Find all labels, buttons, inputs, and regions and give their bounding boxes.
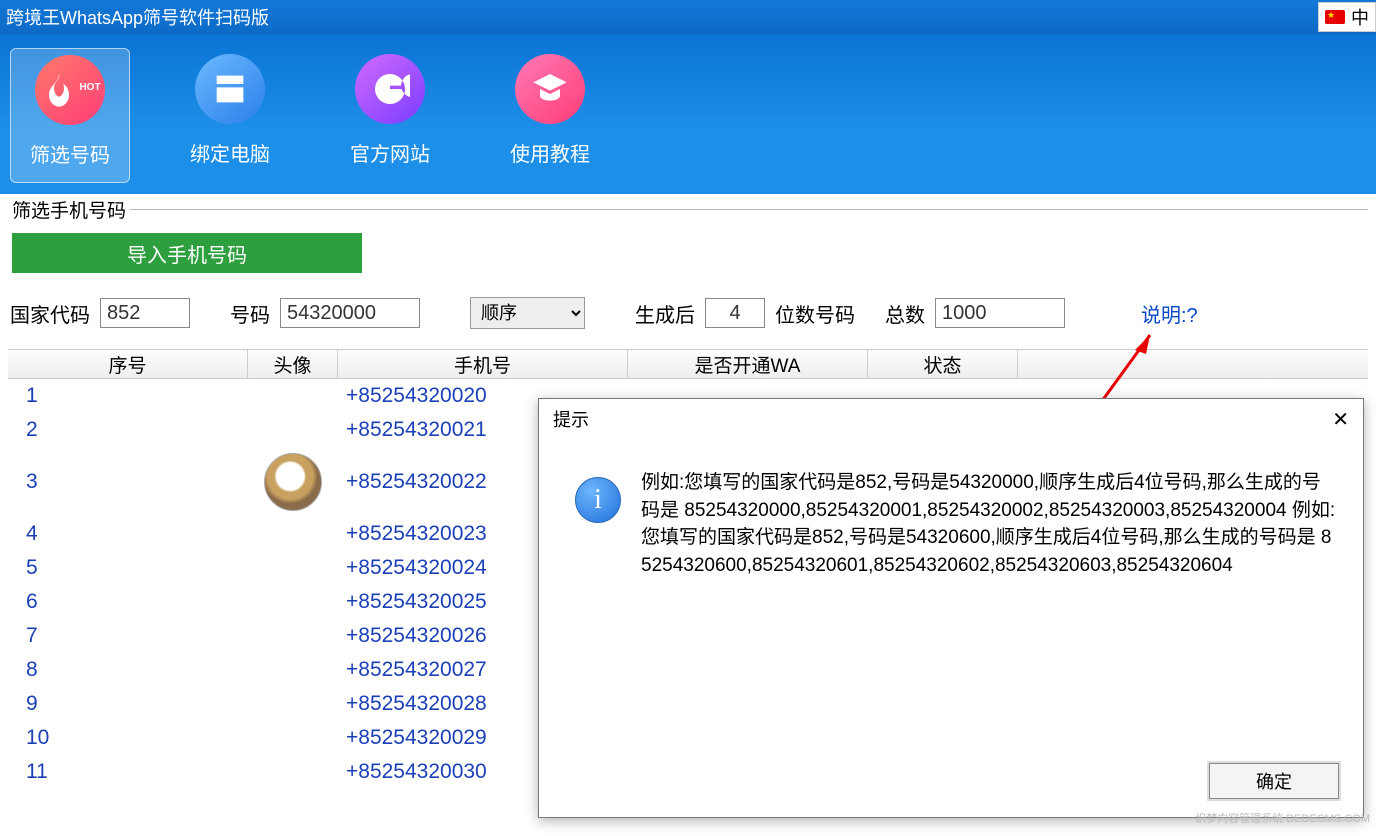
country-code-input[interactable] — [100, 298, 190, 328]
cell-index: 3 — [8, 470, 248, 494]
titlebar: 跨境王WhatsApp筛号软件扫码版 中 — [0, 0, 1376, 34]
digits-input[interactable] — [705, 298, 765, 328]
cell-index: 8 — [8, 658, 248, 682]
cell-avatar — [248, 453, 338, 511]
ie-icon — [355, 54, 425, 124]
lang-label: 中 — [1351, 4, 1369, 30]
generator-row: 国家代码 号码 顺序 生成后 位数号码 总数 说明:? — [8, 297, 1368, 329]
dialog-title: 提示 — [553, 406, 589, 432]
gen-after-label: 生成后 — [635, 299, 695, 328]
toolbar-bind-pc[interactable]: 绑定电脑 — [170, 48, 290, 183]
cell-index: 6 — [8, 590, 248, 614]
section-legend: 筛选手机号码 — [8, 196, 130, 223]
toolbar-official-site[interactable]: 官方网站 — [330, 48, 450, 183]
total-input[interactable] — [935, 298, 1065, 328]
cell-index: 4 — [8, 522, 248, 546]
number-input[interactable] — [280, 298, 420, 328]
col-phone[interactable]: 手机号 — [338, 350, 628, 378]
import-numbers-button[interactable]: 导入手机号码 — [12, 233, 362, 273]
digits-suffix-label: 位数号码 — [775, 299, 855, 328]
app-title: 跨境王WhatsApp筛号软件扫码版 — [6, 4, 269, 30]
cell-index: 9 — [8, 692, 248, 716]
archive-icon — [195, 54, 265, 124]
cell-index: 5 — [8, 556, 248, 580]
cell-index: 7 — [8, 624, 248, 648]
grid-header: 序号 头像 手机号 是否开通WA 状态 — [8, 349, 1368, 379]
toolbar-tutorial[interactable]: 使用教程 — [490, 48, 610, 183]
total-label: 总数 — [885, 299, 925, 328]
dialog-text: 例如:您填写的国家代码是852,号码是54320000,顺序生成后4位号码,那么… — [641, 469, 1337, 579]
col-wa[interactable]: 是否开通WA — [628, 350, 868, 378]
graduation-icon — [515, 54, 585, 124]
info-dialog: 提示 ✕ i 例如:您填写的国家代码是852,号码是54320000,顺序生成后… — [538, 398, 1364, 818]
toolbar-filter-numbers[interactable]: HOT 筛选号码 — [10, 48, 130, 183]
flame-icon: HOT — [35, 55, 105, 125]
col-status[interactable]: 状态 — [868, 350, 1018, 378]
col-index[interactable]: 序号 — [8, 350, 248, 378]
info-icon: i — [575, 477, 621, 523]
avatar — [264, 453, 322, 511]
col-avatar[interactable]: 头像 — [248, 350, 338, 378]
cell-index: 10 — [8, 726, 248, 750]
watermark: 织梦内容管理系统 DEDECMS.COM — [1195, 810, 1370, 826]
cell-index: 11 — [8, 760, 248, 784]
number-label: 号码 — [230, 299, 270, 328]
cell-index: 2 — [8, 418, 248, 442]
cell-index: 1 — [8, 384, 248, 408]
flag-cn-icon — [1325, 10, 1345, 24]
country-code-label: 国家代码 — [10, 299, 90, 328]
order-select[interactable]: 顺序 — [470, 297, 585, 329]
language-selector[interactable]: 中 — [1318, 2, 1376, 32]
help-link[interactable]: 说明:? — [1141, 299, 1198, 328]
ok-button[interactable]: 确定 — [1209, 763, 1339, 799]
close-icon[interactable]: ✕ — [1332, 407, 1349, 432]
main-toolbar: HOT 筛选号码 绑定电脑 官方网站 使用教程 — [0, 34, 1376, 194]
